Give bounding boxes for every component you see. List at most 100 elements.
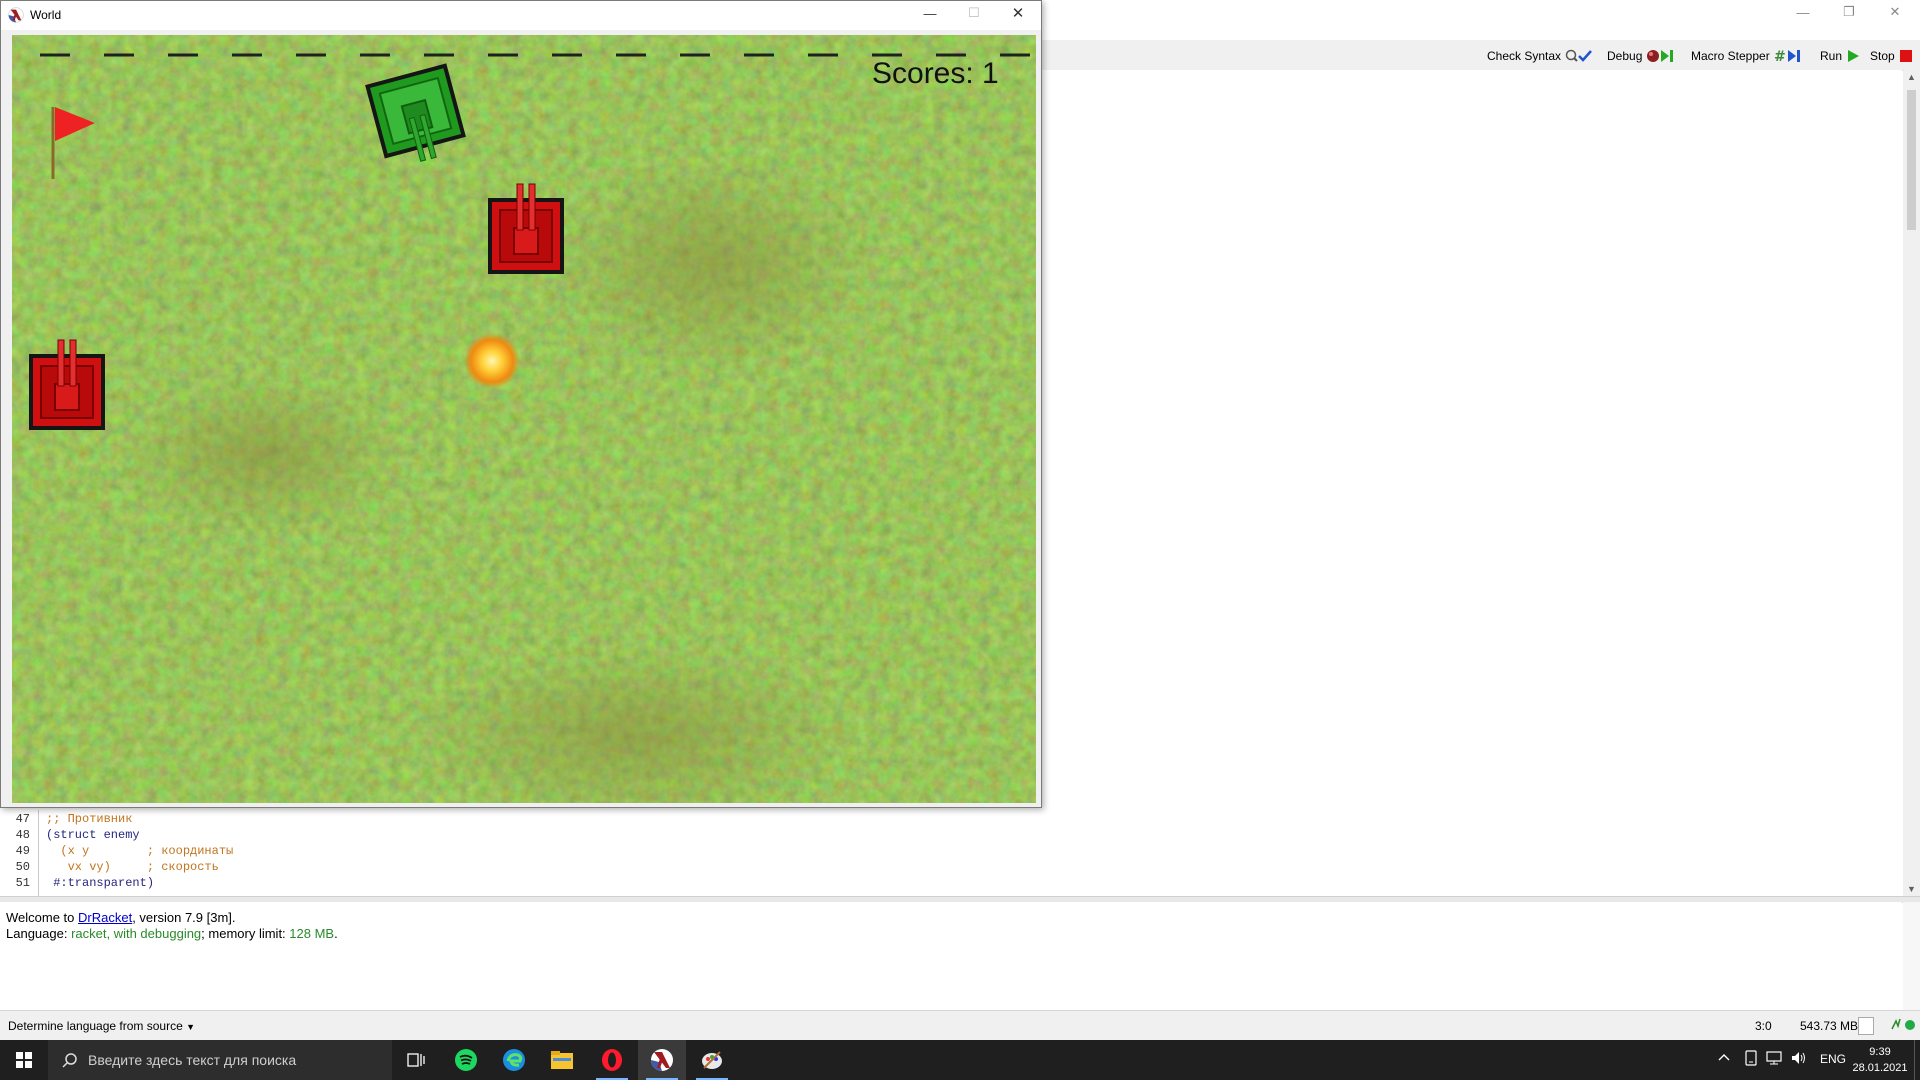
taskbar-paint[interactable] [688, 1040, 736, 1080]
world-minimize-button[interactable]: — [907, 1, 953, 25]
line-number: 47 [15, 812, 30, 826]
game-canvas[interactable]: Scores: 1 [12, 35, 1036, 803]
close-button[interactable]: ✕ [1872, 0, 1918, 24]
volume-icon[interactable] [1790, 1050, 1808, 1069]
interactions-pane[interactable]: Welcome to DrRacket, version 7.9 [3m]. L… [0, 902, 1902, 1010]
search-icon [62, 1053, 77, 1068]
language-menu[interactable]: Determine language from source ▼ [8, 1019, 195, 1033]
welcome-prefix: Welcome to [6, 910, 79, 925]
code-line: 51 #:transparent) [0, 875, 1000, 891]
welcome-suffix: , version 7.9 [3m]. [132, 910, 236, 925]
dry-patch [122, 375, 402, 535]
code-line: 47 ;; Противник [0, 811, 1000, 827]
scroll-up-icon[interactable]: ▲ [1907, 72, 1916, 82]
debug-button[interactable]: Debug [1607, 47, 1674, 65]
line-number: 49 [15, 844, 30, 858]
memory-usage: 543.73 MB [1800, 1019, 1859, 1033]
edge-icon [503, 1049, 525, 1071]
taskbar-edge[interactable] [490, 1040, 538, 1080]
scores-label: Scores: 1 [872, 57, 999, 90]
stop-button[interactable]: Stop [1870, 47, 1913, 65]
world-title: World [30, 8, 62, 22]
dry-patch [552, 155, 872, 375]
stop-square-icon [1899, 49, 1913, 63]
scrollbar-thumb[interactable] [1907, 90, 1916, 230]
language-label: Language: [6, 926, 72, 941]
code-text: ;; Противник [46, 812, 133, 826]
status-bar: Determine language from source ▼ 3:0 543… [0, 1010, 1920, 1041]
task-view-button[interactable] [392, 1040, 440, 1080]
clock-date: 28.01.2021 [1852, 1062, 1908, 1074]
line-number: 50 [15, 860, 30, 874]
language-value: racket, with debugging [71, 926, 202, 941]
restore-button[interactable]: ❐ [1826, 0, 1872, 24]
code-line: 50 vx vy) ; скорость [0, 859, 1000, 875]
input-language[interactable]: ENG [1820, 1052, 1846, 1066]
check-syntax-label: Check Syntax [1487, 49, 1562, 63]
code-lines[interactable]: 47 ;; Противник 48 (struct enemy 49 (x y… [0, 810, 1900, 896]
taskbar-explorer[interactable] [538, 1040, 586, 1080]
language-menu-label: Determine language from source [8, 1019, 183, 1033]
cursor-position: 3:0 [1755, 1019, 1772, 1033]
windows-logo-icon [16, 1052, 32, 1068]
macro-stepper-label: Macro Stepper [1691, 49, 1770, 63]
taskbar-spotify[interactable] [442, 1040, 490, 1080]
spotify-icon [455, 1049, 477, 1071]
check-syntax-button[interactable]: Check Syntax [1487, 47, 1592, 65]
racket-logo-icon [8, 7, 24, 23]
line-number: 51 [15, 876, 30, 890]
show-desktop-button[interactable] [1914, 1040, 1920, 1080]
run-arrow-icon [1846, 49, 1860, 63]
opera-icon [602, 1049, 622, 1071]
taskbar-search-box[interactable]: Введите здесь текст для поиска [48, 1040, 392, 1080]
tray-device-icon[interactable] [1744, 1050, 1758, 1069]
clock[interactable]: 9:39 28.01.2021 [1850, 1044, 1910, 1076]
code-line: 49 (x y ; координаты [0, 843, 1000, 859]
hash-step-icon: # [1774, 49, 1800, 65]
bug-icon [1646, 49, 1674, 63]
taskbar-opera[interactable] [588, 1040, 636, 1080]
start-button[interactable] [0, 1040, 48, 1080]
memory-label: ; memory limit: [201, 926, 290, 941]
online-check-icon [1890, 1017, 1916, 1036]
repl-welcome-line: Welcome to DrRacket, version 7.9 [3m]. [6, 910, 236, 925]
network-icon[interactable] [1766, 1050, 1784, 1069]
code-line: 48 (struct enemy [0, 827, 1000, 843]
taskbar-drracket[interactable] [638, 1040, 686, 1080]
repl-language-line: Language: racket, with debugging; memory… [6, 926, 338, 941]
line-number: 48 [15, 828, 30, 842]
world-maximize-button[interactable]: ☐ [951, 1, 997, 25]
gc-indicator [1858, 1017, 1874, 1035]
run-label: Run [1820, 49, 1843, 63]
stop-label: Stop [1870, 49, 1895, 63]
clock-time: 9:39 [1869, 1046, 1891, 1058]
chevron-down-icon: ▼ [186, 1022, 196, 1032]
editor-scrollbar[interactable]: ▲ ▼ [1903, 70, 1920, 896]
paint-icon [702, 1051, 722, 1069]
world-titlebar[interactable]: World — ☐ ✕ [1, 1, 1041, 30]
code-text: #:transparent) [46, 876, 155, 890]
drracket-link[interactable]: DrRacket [78, 910, 132, 925]
debug-label: Debug [1607, 49, 1643, 63]
world-window: World — ☐ ✕ Scores: 1 [0, 0, 1042, 808]
explosion [464, 333, 520, 389]
racket-icon [651, 1049, 673, 1071]
tray-chevron-icon[interactable] [1718, 1052, 1730, 1067]
run-button[interactable]: Run [1820, 47, 1860, 65]
code-text: vx vy) ; скорость [46, 860, 219, 874]
svg-text:#: # [1774, 49, 1786, 63]
macro-stepper-button[interactable]: Macro Stepper # [1691, 47, 1800, 65]
memory-value: 128 MB [289, 926, 335, 941]
scroll-down-icon[interactable]: ▼ [1907, 884, 1916, 894]
task-view-icon [407, 1053, 425, 1067]
game-scene [12, 35, 1036, 803]
code-text: (x y ; координаты [46, 844, 234, 858]
folder-icon [551, 1051, 573, 1069]
minimize-button[interactable]: — [1780, 0, 1826, 24]
code-text: (struct enemy [46, 828, 140, 842]
repl-scrollbar[interactable] [1903, 902, 1920, 1010]
search-placeholder: Введите здесь текст для поиска [88, 1052, 297, 1068]
period: . [334, 926, 338, 941]
magnifier-check-icon [1565, 49, 1592, 63]
world-close-button[interactable]: ✕ [995, 1, 1041, 25]
